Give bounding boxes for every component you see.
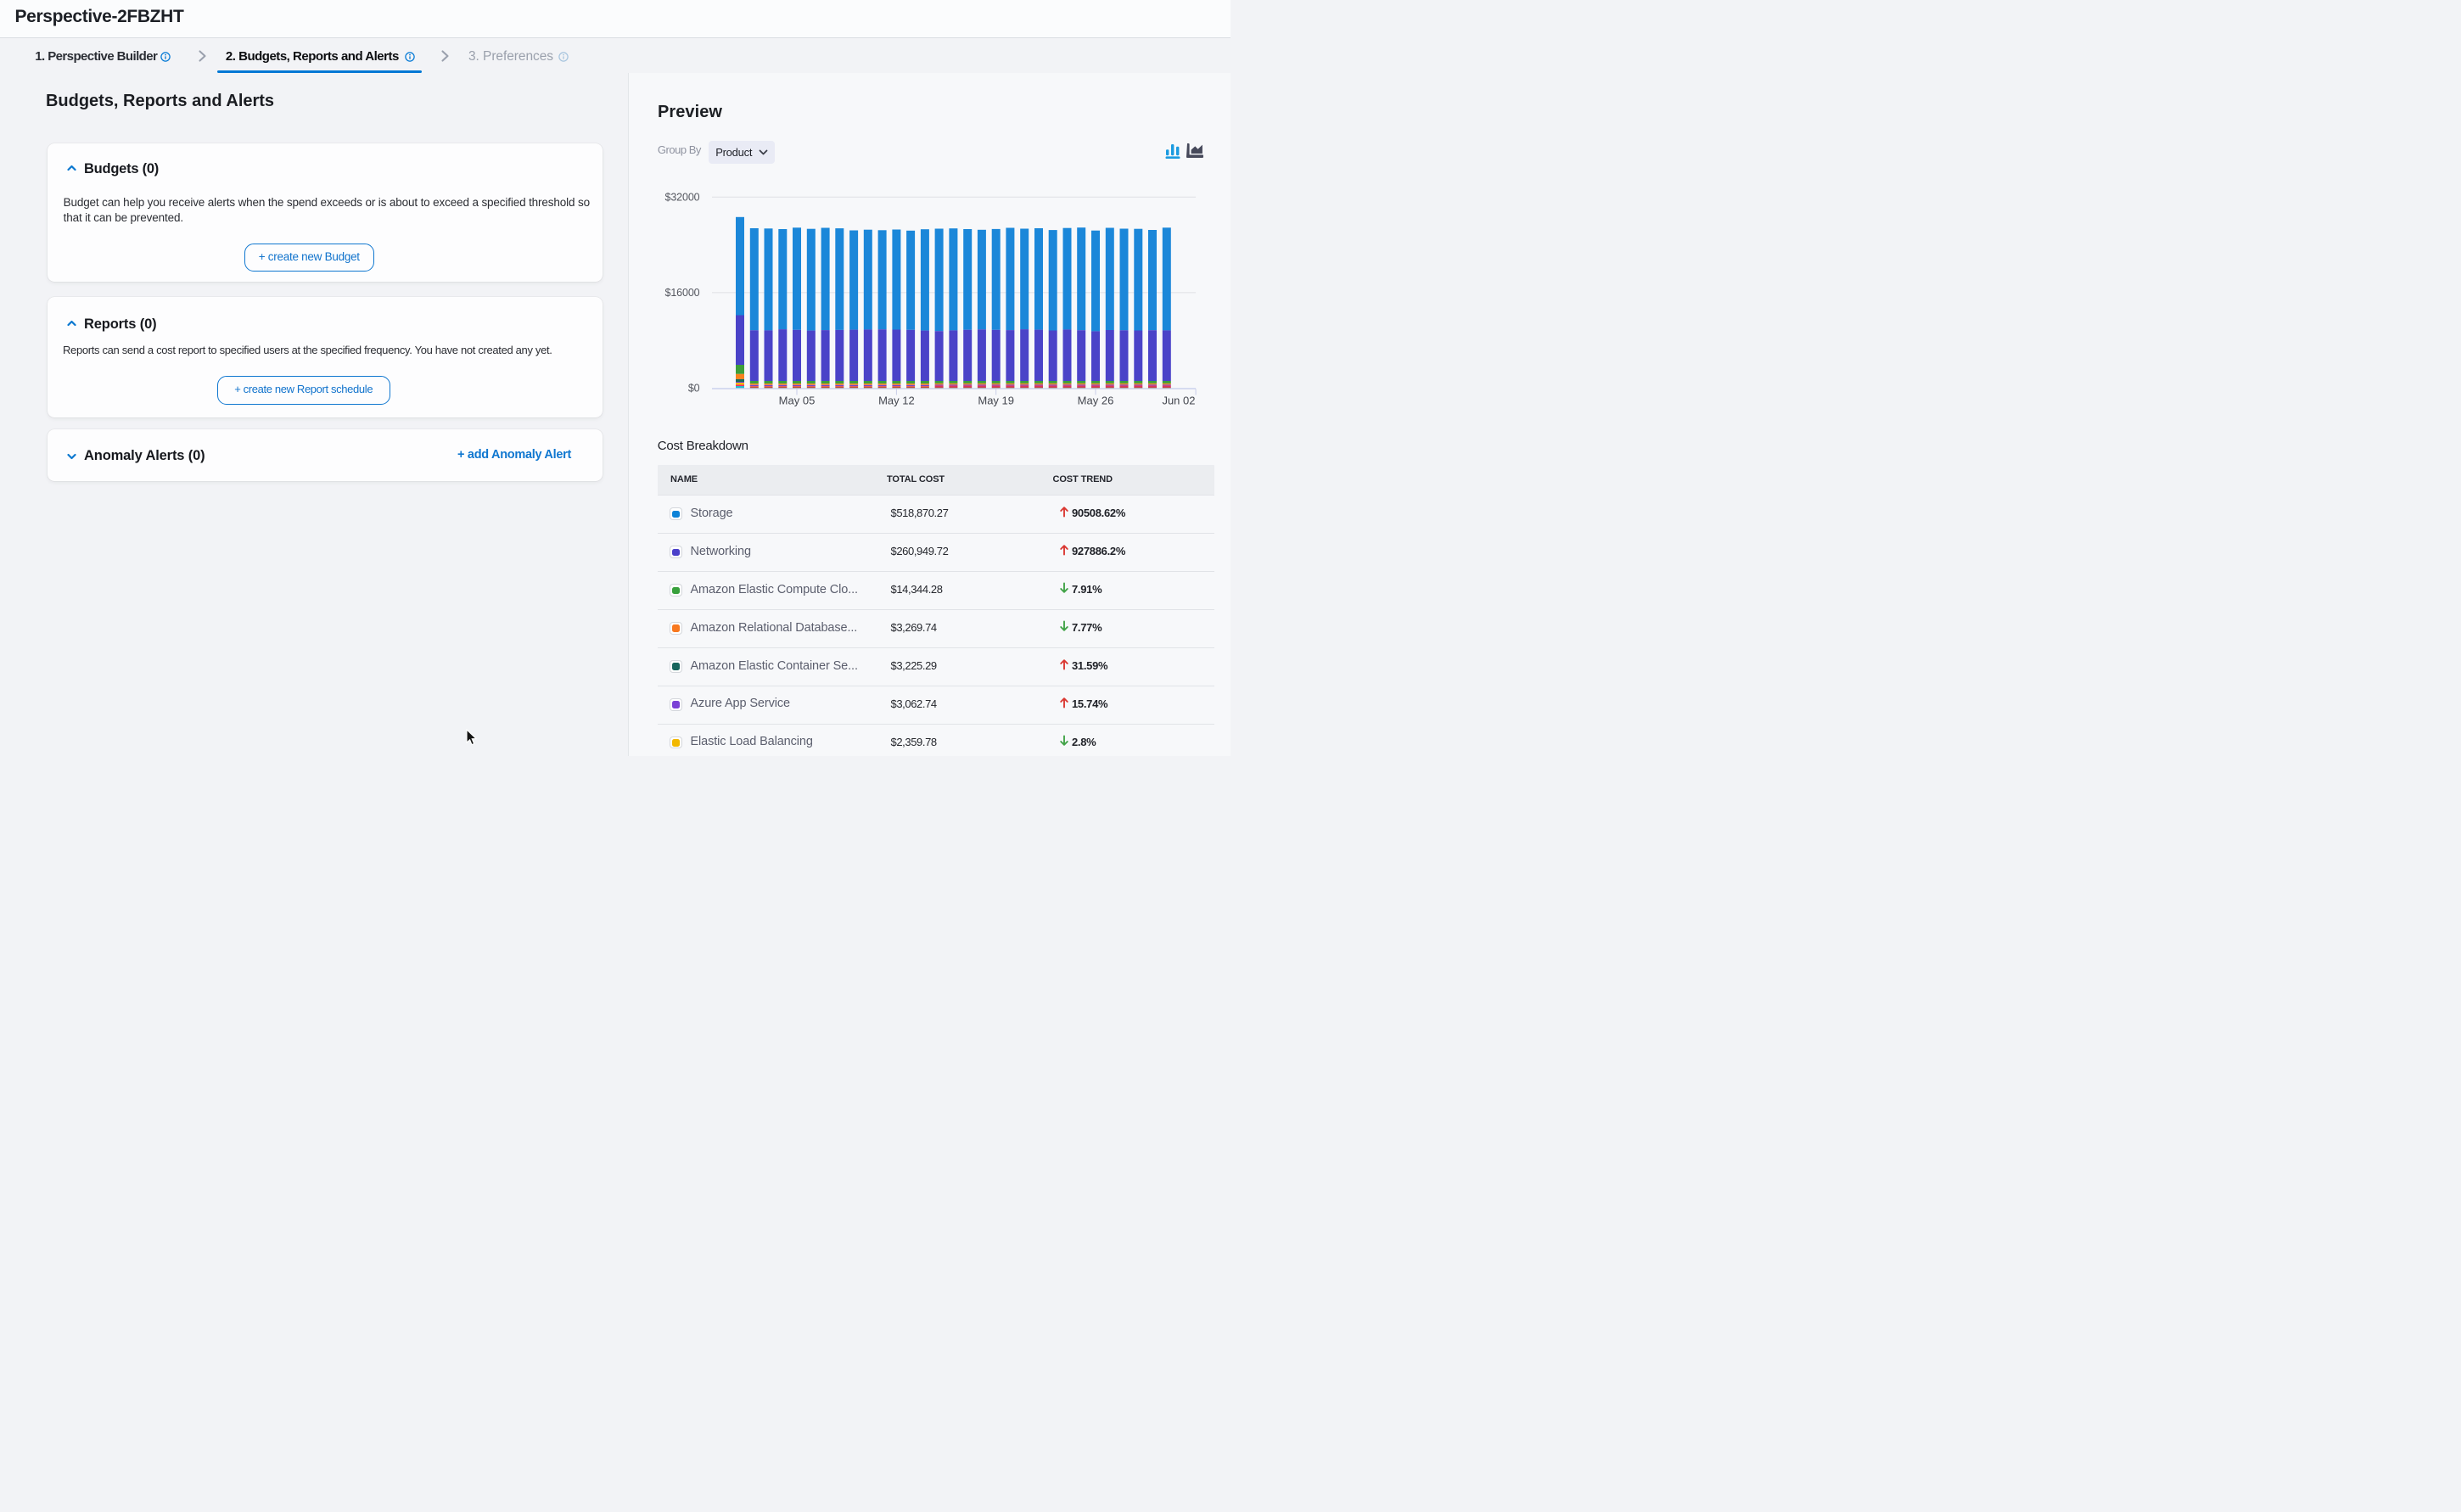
svg-text:$16000: $16000 [664,287,699,299]
svg-text:May 19: May 19 [978,395,1014,407]
svg-text:May 12: May 12 [878,395,915,407]
svg-text:May 26: May 26 [1077,395,1113,407]
svg-text:May 05: May 05 [778,395,815,407]
svg-text:$0: $0 [687,383,699,395]
svg-text:Jun 02: Jun 02 [1162,395,1195,407]
svg-text:$32000: $32000 [664,192,699,204]
